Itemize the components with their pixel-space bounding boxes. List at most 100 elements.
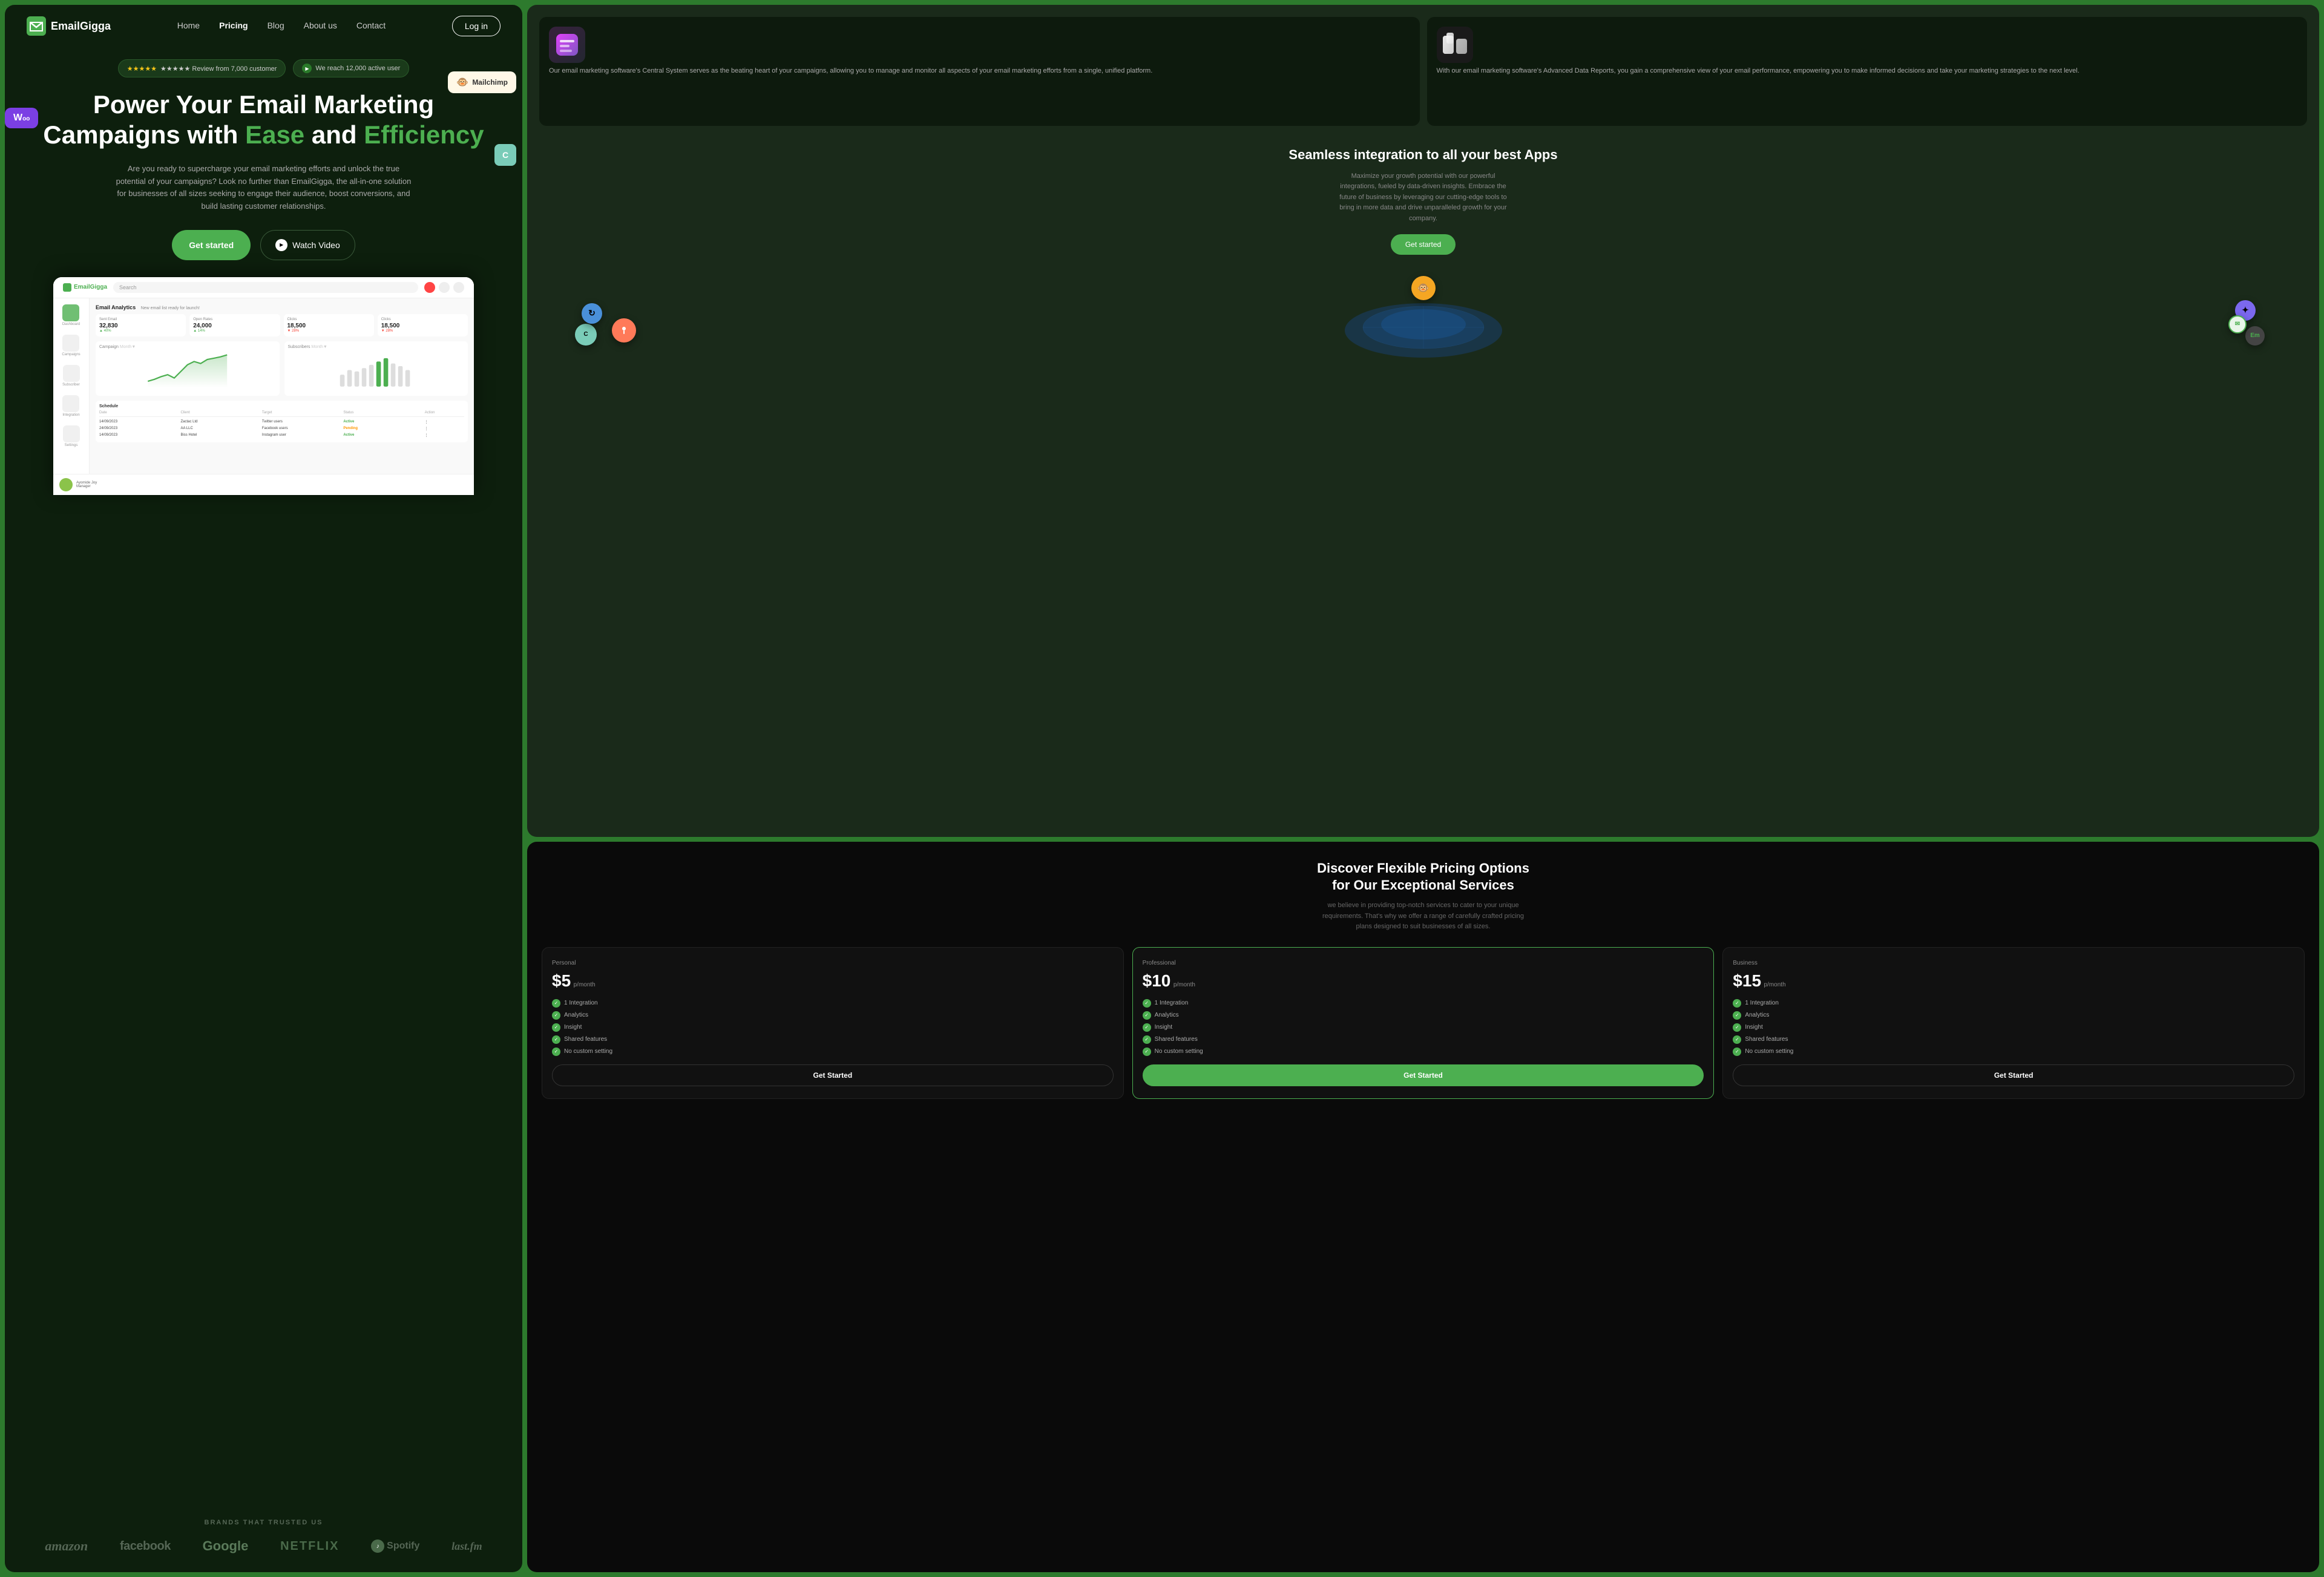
hubspot-svg xyxy=(618,324,630,336)
feature-label: 1 Integration xyxy=(1745,1000,1779,1006)
sidebar-campaigns[interactable]: Campaigns xyxy=(62,335,80,356)
mockup-header: EmailGigga Search xyxy=(53,277,474,298)
nav-blog[interactable]: Blog xyxy=(268,21,284,30)
settings-label: Settings xyxy=(65,444,78,447)
plan-price-professional: $10 p/month xyxy=(1143,971,1704,991)
feature-label: Shared features xyxy=(1155,1036,1198,1043)
check-icon: ✓ xyxy=(1143,999,1151,1008)
feature-icon-1 xyxy=(549,27,585,63)
plan-price-period-business: p/month xyxy=(1764,982,1786,988)
stat-open-value: 24,000 xyxy=(193,323,276,329)
col-action: Action xyxy=(425,411,464,415)
cell-action-2[interactable]: ⋮ xyxy=(425,433,464,438)
check-icon: ✓ xyxy=(1733,1011,1741,1020)
mockup-logo: EmailGigga xyxy=(63,283,107,292)
feature-cards: Our email marketing software's Central S… xyxy=(539,17,2307,126)
spotify-text: Spotify xyxy=(387,1541,419,1552)
hubspot-icon xyxy=(612,318,636,343)
plan-features-business: ✓ 1 Integration ✓ Analytics ✓ Insight ✓ … xyxy=(1733,999,2294,1056)
pricing-cards: Personal $5 p/month ✓ 1 Integration ✓ An… xyxy=(542,947,2305,1099)
feature-shared-personal: ✓ Shared features xyxy=(552,1035,1114,1044)
brands-title: BRANDS THAT TRUSTED US xyxy=(29,1519,498,1526)
check-icon: ✓ xyxy=(552,1023,560,1032)
bar-chart-svg xyxy=(288,352,465,388)
sidebar-integrations[interactable]: Integration xyxy=(62,395,79,417)
cell-action-1[interactable]: ⋮ xyxy=(425,427,464,431)
redo-icon: ↻ xyxy=(582,303,602,324)
feature-insight-personal: ✓ Insight xyxy=(552,1023,1114,1032)
professional-cta-button[interactable]: Get Started xyxy=(1143,1064,1704,1086)
feature-label: Analytics xyxy=(1155,1012,1179,1018)
sidebar-subscribers[interactable]: Subscriber xyxy=(62,365,80,387)
review-badge: ★★★★★ ★★★★★ Review from 7,000 customer xyxy=(118,59,286,77)
brand-google: Google xyxy=(203,1538,249,1554)
subscribers-icon xyxy=(63,365,80,382)
sidebar-settings[interactable]: Settings xyxy=(63,425,80,447)
feature-label: No custom setting xyxy=(1155,1048,1203,1055)
feature-analytics-personal: ✓ Analytics xyxy=(552,1011,1114,1020)
feature-icon-2 xyxy=(1437,27,1473,63)
feature-integration-pro: ✓ 1 Integration xyxy=(1143,999,1704,1008)
mockup-logo-text: EmailGigga xyxy=(74,284,107,290)
pricing-card-business: Business $15 p/month ✓ 1 Integration ✓ A… xyxy=(1722,947,2305,1099)
get-started-button[interactable]: Get started xyxy=(172,230,251,260)
brand-amazon: amazon xyxy=(45,1538,88,1554)
integrations-label: Integration xyxy=(62,413,79,417)
mockup-search[interactable]: Search xyxy=(113,282,418,293)
feature-label: Shared features xyxy=(1745,1036,1788,1043)
login-button[interactable]: Log in xyxy=(452,16,501,36)
cell-target-2: Instagram user xyxy=(262,433,341,438)
check-icon: ✓ xyxy=(1143,1011,1151,1020)
cell-action-0[interactable]: ⋮ xyxy=(425,420,464,424)
business-cta-button[interactable]: Get Started xyxy=(1733,1064,2294,1086)
table-row: 14/09/2023 Biss Hotel Instagram user Act… xyxy=(99,432,464,439)
stat-sent-label: Sent Email xyxy=(99,318,182,321)
plan-type-business: Business xyxy=(1733,960,2294,966)
feature-label: 1 Integration xyxy=(564,1000,598,1006)
user-info: Ayomide Joy Manager xyxy=(76,481,97,488)
mailchimp-icon: 🐵 xyxy=(456,76,468,88)
nav-links: Home Pricing Blog About us Contact xyxy=(177,21,386,31)
personal-cta-button[interactable]: Get Started xyxy=(552,1064,1114,1086)
nav-pricing[interactable]: Pricing xyxy=(219,21,248,30)
nav-contact[interactable]: Contact xyxy=(356,21,386,30)
campaign-chart: Campaign Month▼ xyxy=(96,341,280,396)
feature-label: Insight xyxy=(1155,1024,1172,1031)
stat-clicks2-label: Clicks xyxy=(381,318,464,321)
mockup-main: Email Analytics New email list ready for… xyxy=(90,298,474,474)
subscribers-chart-title: Subscribers Month▼ xyxy=(288,345,465,349)
campaigns-icon xyxy=(62,335,79,352)
analytics-subtitle: New email list ready for launch! xyxy=(141,306,200,310)
hero-title-line2: Campaigns with Ease and Efficiency xyxy=(43,120,484,149)
watch-video-button[interactable]: ▶ Watch Video xyxy=(260,230,355,260)
mailchimp-label: Mailchimp xyxy=(472,78,508,87)
brands-logos: amazon facebook Google NETFLIX ♪ Spotify… xyxy=(29,1538,498,1554)
feature-label: Insight xyxy=(564,1024,582,1031)
nav-home[interactable]: Home xyxy=(177,21,200,30)
cell-date-0: 14/09/2023 xyxy=(99,420,178,424)
reach-text: We reach 12,000 active user xyxy=(315,65,400,72)
feature-custom-pro: ✓ No custom setting xyxy=(1143,1048,1704,1056)
plan-price-personal: $5 p/month xyxy=(552,971,1114,991)
extra-icon-2: ✉ xyxy=(2228,315,2247,333)
stat-clicks-2: Clicks 18,500 ▼ 28% xyxy=(378,314,468,336)
nav-about[interactable]: About us xyxy=(304,21,337,30)
woo-text: oo xyxy=(22,116,30,122)
extra-icon: Em xyxy=(2245,326,2265,346)
campaign-chart-title: Campaign Month▼ xyxy=(99,345,276,349)
integration-cta-button[interactable]: Get started xyxy=(1391,234,1456,255)
feature-label: Shared features xyxy=(564,1036,607,1043)
plan-price-business: $15 p/month xyxy=(1733,971,2294,991)
cell-status-0: Active xyxy=(343,420,422,424)
analytics-title-text: Email Analytics xyxy=(96,304,136,310)
feature-label: No custom setting xyxy=(1745,1048,1793,1055)
check-icon: ✓ xyxy=(1143,1023,1151,1032)
sidebar-dashboard[interactable]: Dashboard xyxy=(62,304,80,326)
feature-shared-biz: ✓ Shared features xyxy=(1733,1035,2294,1044)
feature-label: Analytics xyxy=(1745,1012,1769,1018)
woo-label: W xyxy=(13,113,22,123)
charts-row: Campaign Month▼ xyxy=(96,341,468,396)
cell-target-0: Twitter users xyxy=(262,420,341,424)
hero-buttons: Get started ▶ Watch Video xyxy=(41,230,486,260)
plan-features-personal: ✓ 1 Integration ✓ Analytics ✓ Insight ✓ … xyxy=(552,999,1114,1056)
